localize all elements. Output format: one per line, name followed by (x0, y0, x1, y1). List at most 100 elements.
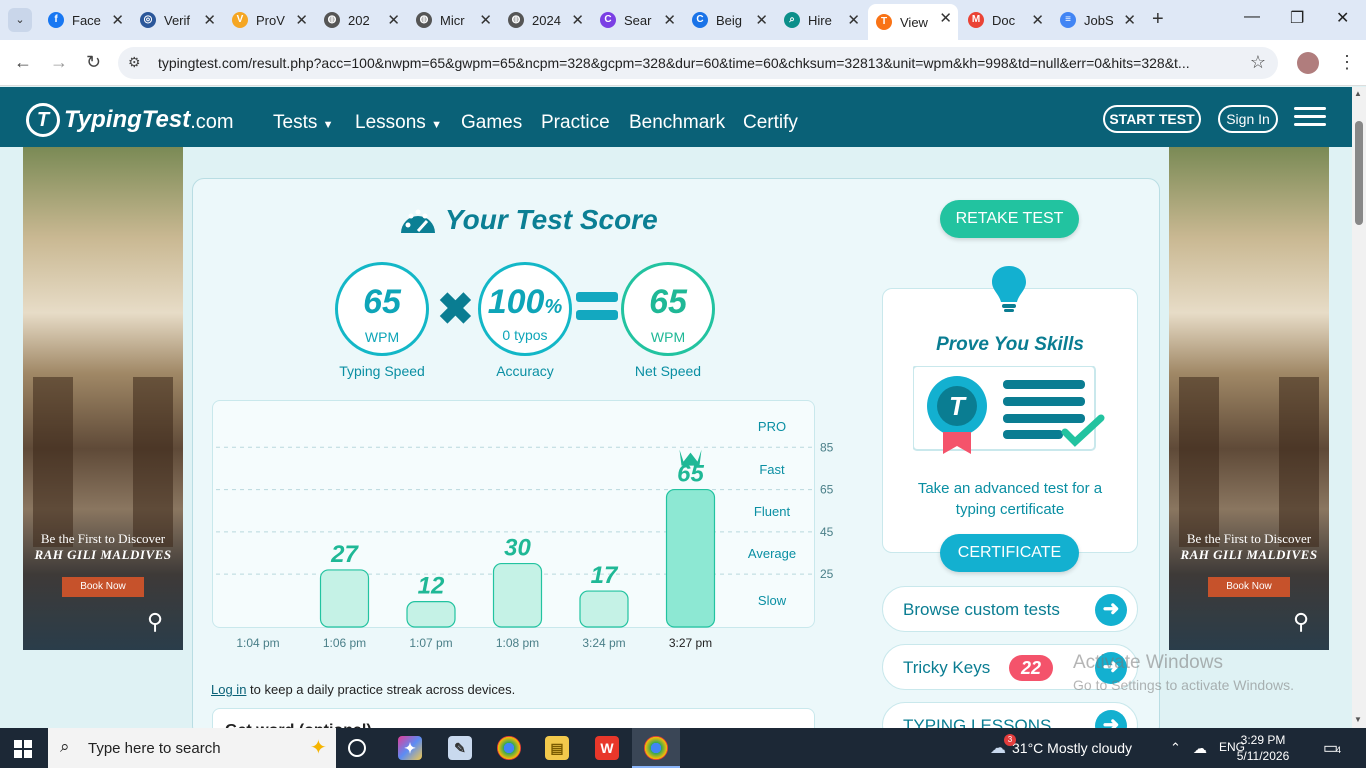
reload-button[interactable]: ↻ (86, 52, 101, 73)
tab-search-button[interactable]: ⌄ (8, 8, 32, 32)
chrome-profile-icon[interactable] (644, 736, 668, 760)
tab-title: Face (72, 12, 101, 28)
browser-tab[interactable]: ◍ 202 ✕ (316, 6, 406, 34)
tab-close-icon[interactable]: ✕ (663, 11, 676, 29)
ad-book-now-button[interactable]: Book Now (62, 577, 144, 597)
browser-tab[interactable]: ◍ Micr ✕ (408, 6, 498, 34)
tab-favicon-icon: ◍ (416, 12, 432, 28)
tray-overflow-icon[interactable]: ⌃ (1170, 740, 1181, 756)
notification-count: 4 (1336, 745, 1342, 755)
bookmark-star-icon[interactable]: ☆ (1250, 52, 1266, 73)
profile-avatar[interactable] (1297, 52, 1319, 74)
browse-custom-tests-link[interactable]: Browse custom tests ➜ (882, 586, 1138, 632)
left-ad-banner[interactable]: Be the First to Discover RAH GILI MALDIV… (23, 147, 183, 650)
browser-tab[interactable]: C Sear ✕ (592, 6, 682, 34)
tab-close-icon[interactable]: ✕ (111, 11, 124, 29)
x-tick-label: 1:06 pm (323, 636, 366, 650)
y-tick-label: 25 (820, 567, 834, 581)
forward-button[interactable]: → (50, 52, 68, 73)
task-view-icon[interactable] (348, 739, 366, 757)
new-tab-button[interactable]: + (1152, 8, 1164, 31)
tab-close-icon[interactable]: ✕ (755, 11, 768, 29)
browser-tab[interactable]: ⌕ Hire ✕ (776, 6, 866, 34)
windows-start-icon[interactable] (14, 740, 32, 758)
sign-in-button[interactable]: Sign In (1218, 105, 1278, 133)
browser-tab[interactable]: ≡ JobS ✕ (1052, 6, 1142, 34)
accuracy-circle: 100% 0 typos (478, 262, 572, 356)
browser-tab[interactable]: ◍ 2024 ✕ (500, 6, 590, 34)
tab-title: View (900, 14, 928, 30)
site-info-icon[interactable]: ⚙ (128, 54, 141, 71)
start-test-button[interactable]: START TEST (1103, 105, 1201, 133)
url-text[interactable]: typingtest.com/result.php?acc=100&nwpm=6… (158, 55, 1238, 71)
equals-icon (576, 292, 618, 328)
weather-widget[interactable]: ☁ 3 31°C Mostly cloudy (990, 734, 1132, 758)
tab-close-icon[interactable]: ✕ (1031, 11, 1044, 29)
right-ad-banner[interactable]: Be the First to Discover RAH GILI MALDIV… (1169, 147, 1329, 650)
tab-title: 2024 (532, 12, 561, 28)
minimize-button[interactable]: — (1244, 8, 1260, 26)
tab-title: Doc (992, 12, 1016, 28)
back-button[interactable]: ← (14, 52, 32, 73)
close-window-button[interactable]: ✕ (1336, 8, 1349, 28)
browser-tab[interactable]: f Face ✕ (40, 6, 130, 34)
browser-tab[interactable]: T View ✕ (868, 4, 958, 40)
nav-lessons[interactable]: Lessons ▼ (355, 112, 442, 134)
browser-tab[interactable]: C Beig ✕ (684, 6, 774, 34)
maximize-button[interactable]: ❐ (1290, 8, 1304, 28)
wps-office-icon[interactable]: W (595, 736, 619, 760)
x-tick-label: 1:08 pm (496, 636, 539, 650)
tab-close-icon[interactable]: ✕ (203, 11, 216, 29)
taskbar-search-box[interactable]: ⌕ Type here to search ✦ (48, 728, 336, 768)
tab-close-icon[interactable]: ✕ (847, 11, 860, 29)
prove-skills-description: Take an advanced test for a typing certi… (917, 480, 1103, 518)
hamburger-menu-icon[interactable] (1294, 107, 1326, 127)
level-label: Fluent (754, 504, 791, 519)
site-header: T TypingTest .com Tests ▼ Lessons ▼ Game… (0, 87, 1352, 147)
tab-close-icon[interactable]: ✕ (1123, 11, 1136, 29)
nav-benchmark[interactable]: Benchmark (629, 112, 725, 134)
omnibox[interactable]: ⚙ typingtest.com/result.php?acc=100&nwpm… (118, 47, 1278, 79)
file-explorer-icon[interactable]: ▤ (545, 736, 569, 760)
login-link[interactable]: Log in (211, 682, 246, 697)
tab-close-icon[interactable]: ✕ (939, 9, 952, 27)
level-label: Fast (759, 462, 785, 477)
tab-favicon-icon: C (692, 12, 708, 28)
tab-close-icon[interactable]: ✕ (387, 11, 400, 29)
ad-bird-logo-icon: ⚲ (1293, 609, 1310, 634)
nav-certify[interactable]: Certify (743, 112, 798, 134)
browser-tab[interactable]: M Doc ✕ (960, 6, 1050, 34)
activate-windows-hint: Go to Settings to activate Windows. (1073, 677, 1294, 693)
tab-close-icon[interactable]: ✕ (479, 11, 492, 29)
nav-tests[interactable]: Tests ▼ (273, 112, 334, 134)
page-scrollbar[interactable]: ▲ ▼ (1352, 87, 1366, 728)
site-logo[interactable]: T TypingTest .com (26, 103, 234, 137)
scrollbar-thumb[interactable] (1355, 121, 1363, 225)
browser-tab[interactable]: V ProV ✕ (224, 6, 314, 34)
logo-domain: .com (190, 110, 234, 133)
tab-close-icon[interactable]: ✕ (571, 11, 584, 29)
tab-favicon-icon: ◍ (508, 12, 524, 28)
retake-test-button[interactable]: RETAKE TEST (940, 200, 1079, 238)
ad-book-now-button[interactable]: Book Now (1208, 577, 1290, 597)
certificate-button[interactable]: CERTIFICATE (940, 534, 1079, 572)
paint-icon[interactable]: ✎ (448, 736, 472, 760)
copilot-icon[interactable]: ✦ (398, 736, 422, 760)
arrow-right-icon[interactable]: ➜ (1095, 594, 1127, 626)
chart-bar (406, 601, 456, 628)
system-clock[interactable]: 3:29 PM 5/11/2026 (1228, 732, 1298, 764)
tab-close-icon[interactable]: ✕ (295, 11, 308, 29)
chart-bar (319, 569, 370, 628)
ad-tagline: Be the First to Discover (40, 531, 166, 546)
tab-favicon-icon: T (876, 14, 892, 30)
net-speed-circle: 65 WPM (621, 262, 715, 356)
onedrive-icon[interactable]: ☁ (1193, 740, 1207, 757)
accuracy-value-wrap: 100% (481, 283, 569, 322)
chrome-icon[interactable] (497, 736, 521, 760)
browser-tab[interactable]: ◎ Verif ✕ (132, 6, 222, 34)
nav-games[interactable]: Games (461, 112, 522, 134)
scroll-up-arrow-icon[interactable]: ▲ (1354, 89, 1362, 98)
browser-menu-icon[interactable]: ⋮ (1338, 52, 1356, 73)
scroll-down-arrow-icon[interactable]: ▼ (1354, 715, 1362, 724)
nav-practice[interactable]: Practice (541, 112, 610, 134)
